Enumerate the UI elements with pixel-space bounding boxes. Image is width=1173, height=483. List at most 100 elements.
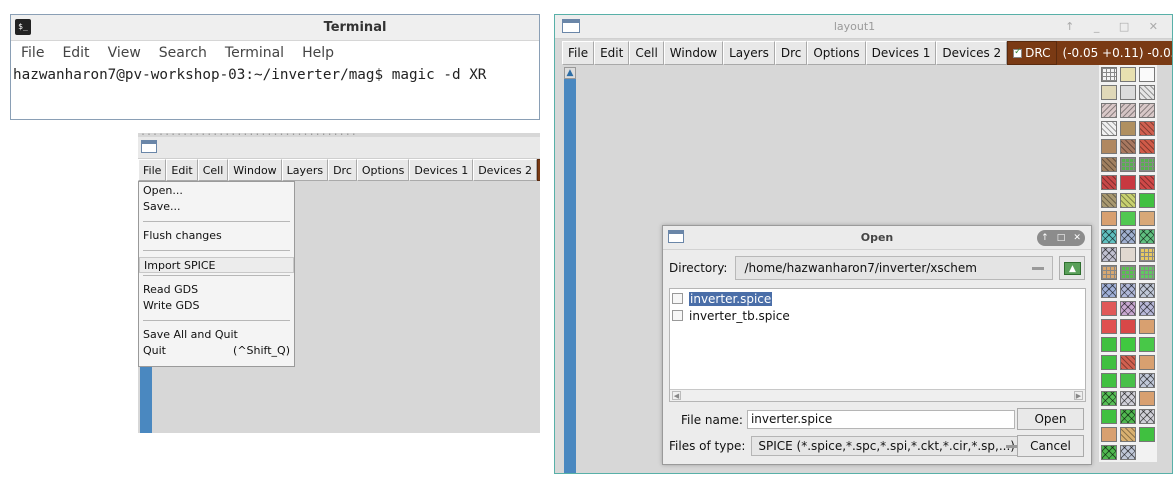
layer-swatch[interactable]: [1120, 229, 1136, 244]
menu-window[interactable]: Window: [663, 41, 724, 65]
layer-swatch[interactable]: [1101, 85, 1117, 100]
layer-swatch[interactable]: [1139, 67, 1155, 82]
menu-edit[interactable]: Edit: [166, 159, 198, 181]
layer-swatch[interactable]: [1120, 283, 1136, 298]
left-scroll-strip[interactable]: ▲: [564, 67, 576, 473]
layer-swatch[interactable]: [1101, 409, 1117, 424]
menu-options[interactable]: Options: [356, 159, 410, 181]
menu-devices-1[interactable]: Devices 1: [409, 159, 474, 181]
layer-swatch[interactable]: [1101, 211, 1117, 226]
layer-swatch[interactable]: [1139, 211, 1155, 226]
layer-swatch[interactable]: [1120, 319, 1136, 334]
left-scroll-strip[interactable]: [140, 365, 152, 433]
layer-swatch[interactable]: [1139, 283, 1155, 298]
layer-swatch[interactable]: [1101, 103, 1117, 118]
layer-swatch[interactable]: [1120, 193, 1136, 208]
layer-swatch[interactable]: [1101, 427, 1117, 442]
menu-devices-2[interactable]: Devices 2: [936, 41, 1008, 65]
layer-swatch[interactable]: [1120, 445, 1136, 460]
layer-swatch[interactable]: [1101, 229, 1117, 244]
file-name-input[interactable]: inverter.spice: [746, 410, 1015, 429]
layer-swatch[interactable]: [1120, 409, 1136, 424]
layer-swatch[interactable]: [1101, 355, 1117, 370]
dialog-raise-button[interactable]: ↑: [1041, 233, 1049, 243]
layer-swatch[interactable]: [1101, 175, 1117, 190]
terminal-menu-edit[interactable]: Edit: [62, 45, 89, 61]
layer-swatch[interactable]: [1101, 391, 1117, 406]
layer-swatch[interactable]: [1101, 157, 1117, 172]
file-type-select[interactable]: SPICE (*.spice,*.spc,*.spi,*.ckt,*.cir,*…: [751, 436, 1026, 456]
menu-item-import-spice[interactable]: Import SPICE: [139, 257, 294, 273]
scroll-right-icon[interactable]: ▶: [1074, 391, 1083, 400]
terminal-menu-terminal[interactable]: Terminal: [225, 45, 284, 61]
layer-swatch[interactable]: [1101, 121, 1117, 136]
layer-swatch[interactable]: [1139, 409, 1155, 424]
layer-swatch[interactable]: [1101, 193, 1117, 208]
dialog-close-button[interactable]: ✕: [1073, 233, 1081, 243]
menu-options[interactable]: Options: [807, 41, 866, 65]
layer-swatch[interactable]: [1120, 337, 1136, 352]
terminal-menu-file[interactable]: File: [21, 45, 44, 61]
layer-swatch[interactable]: [1139, 337, 1155, 352]
layer-swatch[interactable]: [1139, 157, 1155, 172]
menu-cell[interactable]: Cell: [197, 159, 229, 181]
layer-swatch[interactable]: [1139, 265, 1155, 280]
terminal-menu-search[interactable]: Search: [159, 45, 207, 61]
menu-devices-2[interactable]: Devices 2: [473, 159, 538, 181]
menu-item-write-gds[interactable]: Write GDS: [139, 298, 294, 314]
layer-swatch[interactable]: [1139, 103, 1155, 118]
layer-swatch[interactable]: [1101, 247, 1117, 262]
terminal-menu-help[interactable]: Help: [302, 45, 334, 61]
menu-item-quit[interactable]: Quit (^Shift_Q): [139, 343, 294, 359]
menu-item-read-gds[interactable]: Read GDS: [139, 282, 294, 298]
layer-swatch[interactable]: [1101, 139, 1117, 154]
window-controls[interactable]: ↑ _ □ ✕: [1065, 15, 1166, 39]
menu-cell[interactable]: Cell: [629, 41, 664, 65]
layer-swatch[interactable]: [1139, 391, 1155, 406]
dialog-titlebar[interactable]: Open ↑ □ ✕: [663, 226, 1091, 250]
layer-swatch[interactable]: [1139, 175, 1155, 190]
drc-toggle[interactable]: DRC: [1007, 41, 1057, 65]
list-item[interactable]: inverter.spice: [672, 291, 1085, 306]
layer-swatch[interactable]: [1139, 247, 1155, 262]
cancel-button[interactable]: Cancel: [1017, 435, 1084, 457]
layer-swatch[interactable]: [1101, 337, 1117, 352]
layer-swatch[interactable]: [1139, 193, 1155, 208]
menu-layers[interactable]: Layers: [723, 41, 775, 65]
layer-swatch[interactable]: [1120, 67, 1136, 82]
scroll-up-arrow-icon[interactable]: ▲: [564, 67, 576, 79]
layer-swatch[interactable]: [1120, 373, 1136, 388]
layer-swatch[interactable]: [1120, 301, 1136, 316]
menu-item-open[interactable]: Open...: [139, 183, 294, 199]
layer-swatch[interactable]: [1139, 355, 1155, 370]
layer-swatch[interactable]: [1139, 301, 1155, 316]
directory-select[interactable]: /home/hazwanharon7/inverter/xschem: [735, 256, 1054, 280]
layer-swatch[interactable]: [1101, 283, 1117, 298]
menu-edit[interactable]: Edit: [594, 41, 630, 65]
layer-swatch[interactable]: [1101, 445, 1117, 460]
layer-swatch[interactable]: [1120, 211, 1136, 226]
layer-swatch[interactable]: [1120, 427, 1136, 442]
layer-swatch[interactable]: [1139, 427, 1155, 442]
layer-swatch[interactable]: [1139, 373, 1155, 388]
menu-drc[interactable]: Drc: [774, 41, 808, 65]
menu-file[interactable]: File: [138, 159, 167, 181]
terminal-menu-view[interactable]: View: [108, 45, 141, 61]
menu-file[interactable]: File: [562, 41, 595, 65]
menu-layers[interactable]: Layers: [281, 159, 329, 181]
drc-toggle[interactable]: D: [537, 159, 540, 181]
layer-swatch[interactable]: [1101, 67, 1117, 82]
layer-swatch[interactable]: [1101, 265, 1117, 280]
menu-devices-1[interactable]: Devices 1: [865, 41, 937, 65]
dialog-maximize-button[interactable]: □: [1057, 233, 1066, 243]
menu-item-flush-changes[interactable]: Flush changes: [139, 228, 294, 244]
layer-swatch[interactable]: [1120, 175, 1136, 190]
layer-swatch[interactable]: [1101, 373, 1117, 388]
layer-swatch[interactable]: [1120, 265, 1136, 280]
menu-item-save[interactable]: Save...: [139, 199, 294, 215]
layer-swatch[interactable]: [1101, 319, 1117, 334]
parent-directory-button[interactable]: ▲: [1059, 256, 1085, 280]
open-button[interactable]: Open: [1017, 408, 1084, 430]
layer-swatch[interactable]: [1120, 157, 1136, 172]
layer-swatch[interactable]: [1120, 391, 1136, 406]
